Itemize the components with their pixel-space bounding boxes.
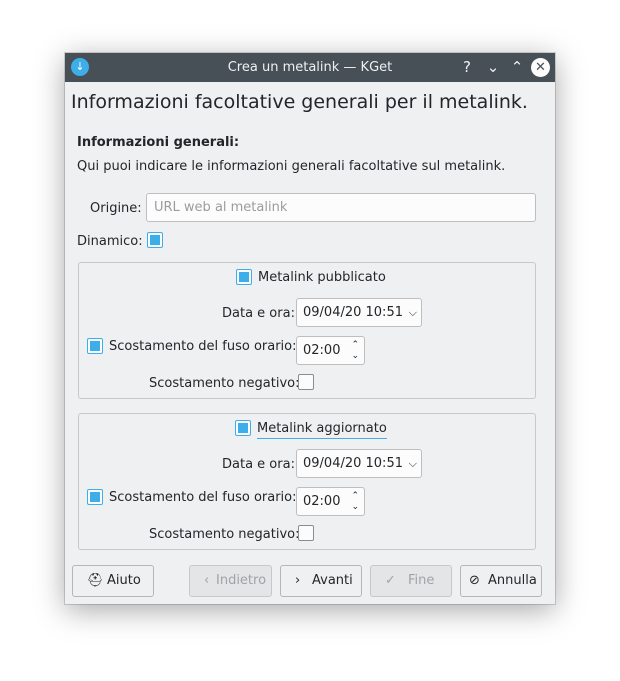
minimize-button[interactable]: ⌄ <box>484 58 502 76</box>
help-button[interactable]: ? <box>458 58 476 76</box>
spin-up-icon[interactable]: ⌃ <box>351 491 359 501</box>
published-date-combo[interactable]: 09/04/20 10:51 ⌵ <box>296 298 422 327</box>
chevron-down-icon: ⌵ <box>408 306 417 319</box>
published-date-label: Data e ora: <box>222 306 295 321</box>
back-label: Indietro <box>216 573 267 588</box>
origin-label: Origine: <box>90 201 142 216</box>
checkmark-icon: ✓ <box>385 573 396 588</box>
next-label: Avanti <box>312 573 353 588</box>
dialog-window: ↓ Crea un metalink — KGet ? ⌄ ⌃ ✕ Inform… <box>65 53 555 604</box>
published-date-value: 09/04/20 10:51 <box>303 305 403 320</box>
published-checkbox[interactable] <box>236 269 252 285</box>
section-description: Qui puoi indicare le informazioni genera… <box>77 159 506 174</box>
cancel-icon: ⊘ <box>469 573 480 588</box>
published-tz-value: 02:00 <box>303 343 341 358</box>
spin-down-icon[interactable]: ⌄ <box>351 351 359 361</box>
help-aiuto-button[interactable]: ⛑ Aiuto <box>72 565 154 597</box>
back-button[interactable]: ‹ Indietro <box>189 565 272 597</box>
updated-date-combo[interactable]: 09/04/20 10:51 ⌵ <box>296 449 422 478</box>
published-tz-label[interactable]: Scostamento del fuso orario: <box>109 339 297 354</box>
cancel-label: Annulla <box>488 573 537 588</box>
published-label[interactable]: Metalink pubblicato <box>258 270 386 285</box>
help-aiuto-label: Aiuto <box>107 573 141 588</box>
updated-negative-checkbox[interactable] <box>298 525 314 541</box>
section-title: Informazioni generali: <box>77 135 240 150</box>
published-negative-label: Scostamento negativo: <box>149 376 300 391</box>
finish-button[interactable]: ✓ Fine <box>370 565 452 597</box>
finish-label: Fine <box>408 573 435 588</box>
dynamic-label: Dinamico: <box>77 234 143 249</box>
lifebuoy-icon: ⛑ <box>87 573 104 588</box>
chevron-left-icon: ‹ <box>204 573 210 588</box>
published-negative-checkbox[interactable] <box>298 374 314 390</box>
published-tz-checkbox[interactable] <box>87 338 103 354</box>
published-tz-spinbox[interactable]: 02:00 ⌃ ⌄ <box>296 336 365 365</box>
updated-group: Metalink aggiornato Data e ora: 09/04/20… <box>78 413 536 550</box>
updated-date-label: Data e ora: <box>222 457 295 472</box>
origin-input[interactable] <box>146 193 536 222</box>
close-button[interactable]: ✕ <box>531 58 550 77</box>
spin-up-icon[interactable]: ⌃ <box>351 340 359 350</box>
updated-tz-value: 02:00 <box>303 494 341 509</box>
titlebar: ↓ Crea un metalink — KGet ? ⌄ ⌃ ✕ <box>65 53 555 82</box>
updated-tz-checkbox[interactable] <box>87 489 103 505</box>
spin-down-icon[interactable]: ⌄ <box>351 502 359 512</box>
maximize-button[interactable]: ⌃ <box>508 58 526 76</box>
next-button[interactable]: › Avanti <box>280 565 362 597</box>
chevron-right-icon: › <box>295 573 301 588</box>
dynamic-checkbox[interactable] <box>147 232 163 248</box>
window-title: Crea un metalink — KGet <box>227 60 393 75</box>
updated-tz-label[interactable]: Scostamento del fuso orario: <box>109 490 297 505</box>
page-heading: Informazioni facoltative generali per il… <box>71 91 528 113</box>
published-group: Metalink pubblicato Data e ora: 09/04/20… <box>78 262 536 399</box>
chevron-down-icon: ⌵ <box>408 457 417 470</box>
updated-tz-spinbox[interactable]: 02:00 ⌃ ⌄ <box>296 487 365 516</box>
cancel-button[interactable]: ⊘ Annulla <box>460 565 542 597</box>
updated-checkbox[interactable] <box>235 420 251 436</box>
updated-label[interactable]: Metalink aggiornato <box>257 421 387 439</box>
updated-negative-label: Scostamento negativo: <box>149 527 300 542</box>
updated-date-value: 09/04/20 10:51 <box>303 456 403 471</box>
